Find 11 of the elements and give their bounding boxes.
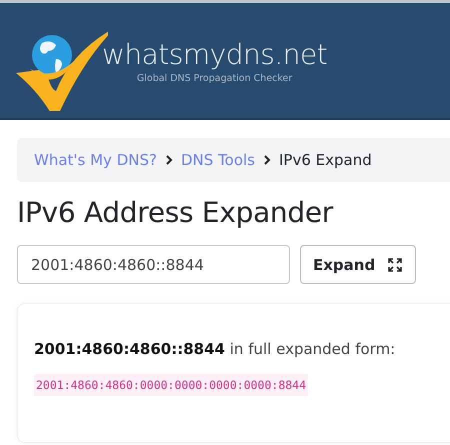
page-title: IPv6 Address Expander (17, 196, 334, 229)
expand-button[interactable]: Expand (300, 245, 416, 284)
expanded-address: 2001:4860:4860:0000:0000:0000:0000:8844 (34, 374, 308, 396)
chevron-icon (262, 155, 271, 165)
result-sentence: 2001:4860:4860::8844 in full expanded form: (34, 340, 396, 358)
chevron-icon (164, 155, 173, 165)
site-tagline: Global DNS Propagation Checker (136, 72, 292, 84)
expand-icon (387, 256, 404, 272)
site-name[interactable]: whatsmydns.net (102, 38, 328, 70)
address-input[interactable]: 2001:4860:4860::8844 (17, 245, 290, 284)
breadcrumb-current: IPv6 Expand (278, 151, 372, 169)
